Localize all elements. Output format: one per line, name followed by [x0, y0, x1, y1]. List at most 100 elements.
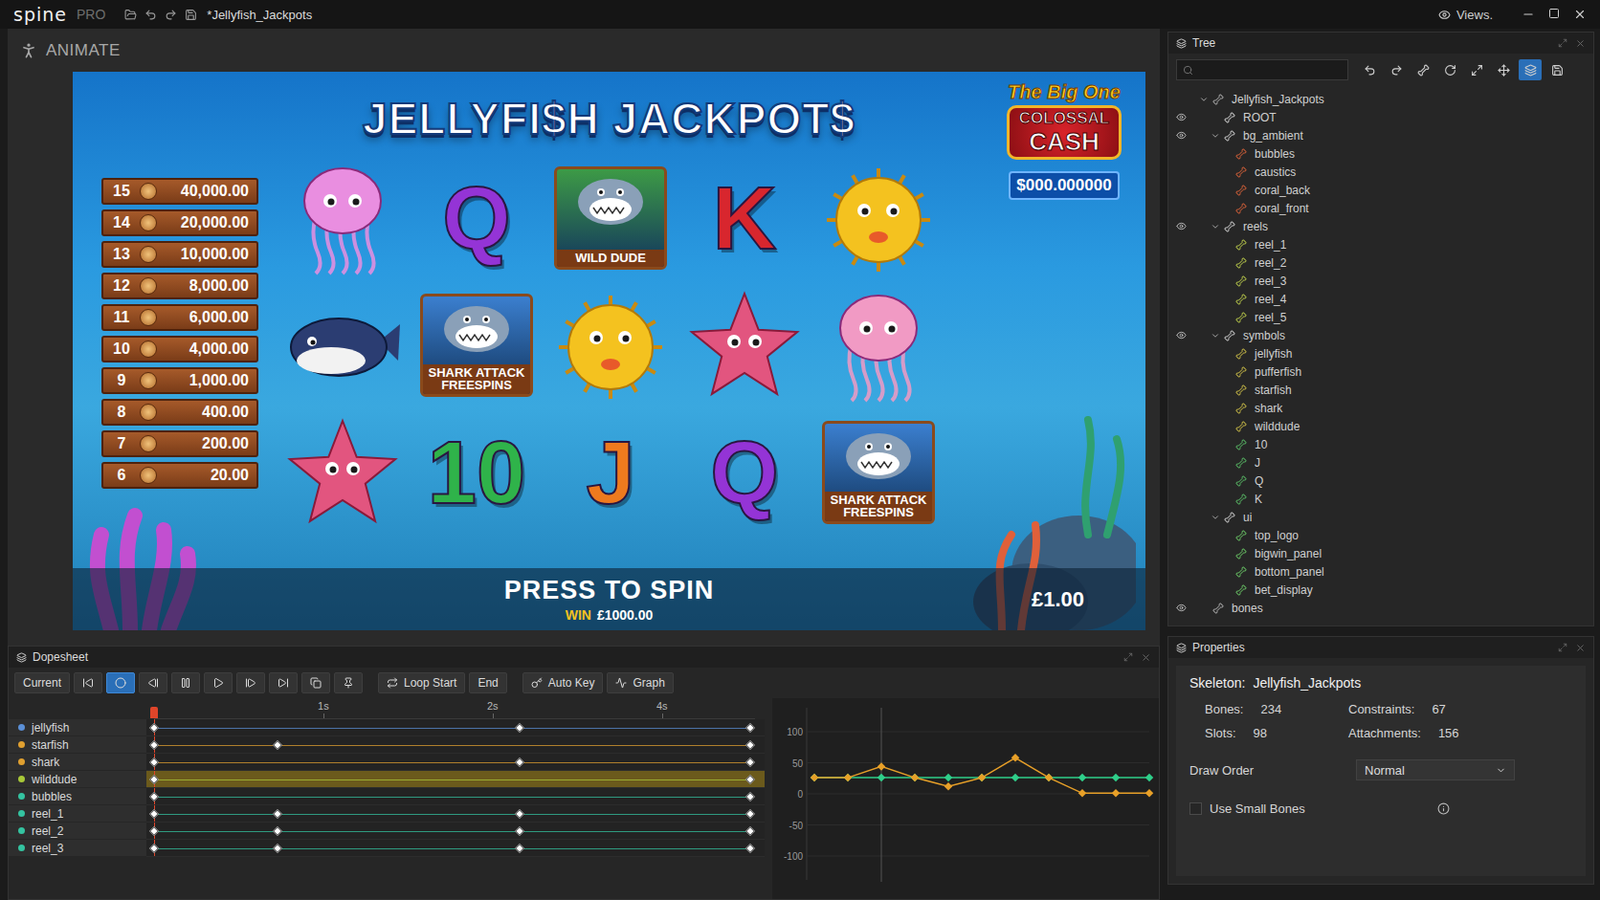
playback-button[interactable]	[106, 672, 135, 694]
tree-item[interactable]: ui	[1176, 508, 1594, 527]
playback-button[interactable]	[236, 672, 266, 694]
small-bones-checkbox[interactable]	[1189, 802, 1202, 816]
keyframe[interactable]	[149, 775, 159, 785]
close-icon[interactable]	[1140, 652, 1152, 664]
expand-icon[interactable]	[1123, 652, 1134, 663]
tree-tool[interactable]	[1384, 59, 1408, 81]
graph-point[interactable]	[1111, 789, 1120, 798]
tree-tool[interactable]	[1545, 59, 1569, 81]
tree-item[interactable]: wilddude	[1176, 417, 1594, 436]
keyframe[interactable]	[149, 809, 159, 820]
tree-item[interactable]: coral_front	[1176, 199, 1594, 218]
tree-tool[interactable]	[1465, 59, 1489, 81]
keyframe[interactable]	[514, 723, 525, 734]
save-icon[interactable]	[184, 8, 198, 22]
tree-item[interactable]: 10	[1176, 435, 1594, 454]
eye-icon[interactable]	[1176, 602, 1187, 614]
keyframe[interactable]	[272, 844, 283, 854]
tree-tool[interactable]	[1491, 59, 1515, 81]
track-row[interactable]: starfish	[8, 736, 765, 755]
tree-item[interactable]: jellyfish	[1176, 344, 1594, 363]
graph-point[interactable]	[977, 774, 986, 782]
draw-order-select[interactable]: Normal	[1355, 759, 1515, 781]
tree-item[interactable]: bigwin_panel	[1176, 544, 1594, 563]
tree-item[interactable]: Q	[1176, 471, 1594, 490]
keyframe[interactable]	[514, 757, 525, 768]
keyframe[interactable]	[149, 792, 159, 802]
graph-point[interactable]	[944, 782, 953, 791]
bet-display[interactable]: £1.00	[1031, 587, 1146, 613]
graph-point[interactable]	[1044, 774, 1053, 782]
keyframe[interactable]	[745, 826, 756, 837]
tree-item[interactable]: top_logo	[1176, 526, 1594, 545]
graph-point[interactable]	[1145, 789, 1154, 798]
expand-icon[interactable]	[1557, 38, 1568, 48]
expand-arrow-icon[interactable]	[1210, 222, 1221, 232]
eye-icon[interactable]	[1176, 111, 1187, 123]
expand-arrow-icon[interactable]	[1199, 94, 1209, 105]
track-row[interactable]: shark	[8, 754, 765, 772]
playback-button[interactable]	[73, 672, 103, 694]
graph-point[interactable]	[944, 774, 953, 782]
eye-icon[interactable]	[1176, 130, 1187, 141]
tree-item[interactable]: reel_1	[1176, 235, 1594, 254]
graph-point[interactable]	[810, 774, 819, 782]
keyframe[interactable]	[745, 809, 756, 820]
tree-item[interactable]: bg_ambient	[1176, 126, 1594, 145]
tree-item[interactable]: J	[1176, 453, 1594, 472]
tree-item[interactable]: K	[1176, 489, 1594, 509]
keyframe[interactable]	[149, 826, 159, 837]
tree-item[interactable]: bet_display	[1176, 580, 1594, 600]
keyframe[interactable]	[514, 826, 525, 837]
expand-icon[interactable]	[1557, 643, 1568, 653]
keyframe[interactable]	[514, 844, 525, 854]
timeline[interactable]: 1s2s4sjellyfishstarfishsharkwilddudebubb…	[8, 698, 765, 900]
tree-item[interactable]: bones	[1176, 599, 1594, 618]
expand-arrow-icon[interactable]	[1210, 131, 1221, 141]
keyframe[interactable]	[745, 844, 756, 854]
graph-point[interactable]	[911, 774, 919, 782]
close-icon[interactable]	[1575, 643, 1586, 654]
open-icon[interactable]	[124, 8, 137, 22]
curve-graph[interactable]: 100500-50-100	[772, 698, 1159, 890]
playback-button[interactable]	[333, 672, 363, 694]
graph-point[interactable]	[1011, 754, 1020, 762]
graph-point[interactable]	[844, 774, 852, 782]
keyframe[interactable]	[745, 723, 756, 734]
maximize-icon[interactable]	[1548, 7, 1560, 20]
track-row[interactable]: bubbles	[8, 788, 765, 806]
graph-point[interactable]	[977, 774, 986, 782]
tree-item[interactable]: reel_2	[1176, 253, 1594, 272]
keyframe[interactable]	[149, 757, 159, 768]
views-button[interactable]: Views.	[1438, 7, 1493, 23]
auto-key-button[interactable]: Auto Key	[522, 672, 604, 694]
graph-point[interactable]	[1078, 789, 1087, 798]
graph-point[interactable]	[1145, 774, 1154, 782]
track-row[interactable]: jellyfish	[8, 719, 765, 737]
graph-point[interactable]	[1011, 774, 1020, 782]
tree-item[interactable]: coral_back	[1176, 180, 1594, 200]
playback-button[interactable]	[171, 672, 200, 694]
playback-button[interactable]	[203, 672, 233, 694]
track-row[interactable]: wilddude	[8, 771, 765, 789]
tree-tool[interactable]	[1357, 59, 1381, 81]
track-row[interactable]: reel_1	[8, 805, 765, 823]
tree-item[interactable]: symbols	[1176, 326, 1594, 345]
graph-point[interactable]	[877, 774, 886, 782]
viewport[interactable]: ANIMATEJELLYFI$H JACKPOT$The Big OneCOLO…	[7, 28, 1160, 646]
playback-button[interactable]	[268, 672, 298, 694]
graph-point[interactable]	[1078, 774, 1087, 782]
playback-button[interactable]	[138, 672, 168, 694]
current-button[interactable]: Current	[14, 672, 70, 694]
close-icon[interactable]	[1573, 7, 1587, 22]
expand-arrow-icon[interactable]	[1210, 512, 1221, 523]
playback-button[interactable]	[301, 672, 331, 694]
tree-item[interactable]: reel_4	[1176, 289, 1594, 309]
keyframe[interactable]	[272, 740, 283, 751]
track-row[interactable]: reel_2	[8, 822, 765, 841]
tree-item[interactable]: caustics	[1176, 162, 1594, 181]
search-field[interactable]	[1176, 59, 1349, 81]
keyframe[interactable]	[272, 826, 283, 837]
redo-icon[interactable]	[164, 8, 178, 22]
tree-item[interactable]: reel_3	[1176, 271, 1594, 290]
